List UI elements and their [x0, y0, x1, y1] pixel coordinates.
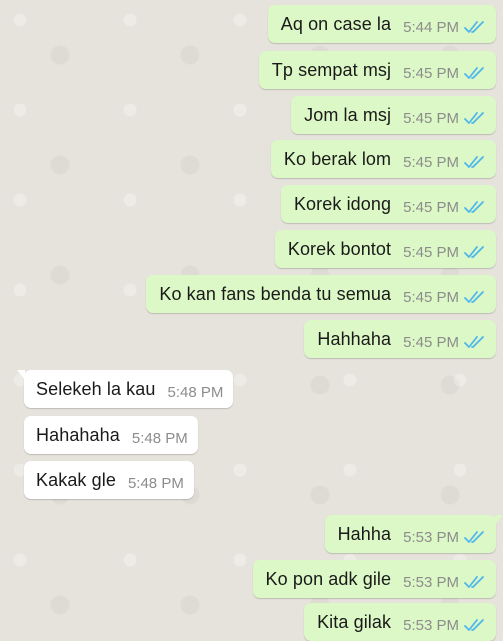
message-time: 5:45 PM: [403, 288, 459, 306]
message-bubble-outgoing[interactable]: Kita gilak 5:53 PM: [304, 603, 496, 641]
message-bubble-outgoing[interactable]: Korek idong 5:45 PM: [280, 185, 496, 223]
message-time: 5:44 PM: [403, 18, 459, 36]
read-icon: [464, 201, 484, 213]
message-text: Hahahaha: [36, 424, 120, 445]
message-text: Kita gilak: [317, 611, 392, 632]
message-time: 5:45 PM: [403, 243, 459, 261]
message-text: Jom la msj: [304, 104, 392, 125]
message-bubble-incoming[interactable]: Selekeh la kau 5:48 PM: [16, 370, 234, 408]
message-time: 5:53 PM: [403, 573, 459, 591]
message-time: 5:45 PM: [403, 64, 459, 82]
message-text: Ko pon adk gile: [265, 568, 392, 589]
message-time: 5:53 PM: [403, 616, 459, 634]
message-bubble-outgoing[interactable]: Ko berak lom 5:45 PM: [270, 140, 496, 178]
message-text: Selekeh la kau: [36, 378, 156, 399]
message-text: Hahhaha: [317, 328, 392, 349]
message-time: 5:53 PM: [403, 528, 459, 546]
chat-area[interactable]: Aq on case la 5:44 PM Tp sempat msj 5:45…: [0, 0, 503, 641]
message-text: Korek bontot: [287, 238, 392, 259]
read-icon: [464, 156, 484, 168]
read-icon: [464, 576, 484, 588]
message-text: Ko kan fans benda tu semua: [159, 283, 392, 304]
message-time: 5:45 PM: [403, 198, 459, 216]
message-time: 5:48 PM: [127, 474, 184, 492]
message-text: Tp sempat msj: [271, 59, 392, 80]
read-icon: [464, 246, 484, 258]
read-icon: [464, 291, 484, 303]
message-bubble-outgoing[interactable]: Aq on case la 5:44 PM: [267, 5, 496, 43]
message-time: 5:48 PM: [167, 383, 224, 401]
message-bubble-outgoing[interactable]: Hahhaha 5:45 PM: [304, 320, 496, 358]
read-icon: [464, 336, 484, 348]
read-icon: [464, 21, 484, 33]
read-icon: [464, 619, 484, 631]
message-bubble-outgoing[interactable]: Jom la msj 5:45 PM: [291, 96, 496, 134]
message-text: Korek idong: [293, 193, 392, 214]
message-text: Hahha: [337, 523, 392, 544]
message-text: Aq on case la: [280, 13, 392, 34]
message-text: Kakak gle: [36, 469, 116, 490]
message-bubble-outgoing[interactable]: Ko pon adk gile 5:53 PM: [252, 560, 496, 598]
message-time: 5:48 PM: [131, 429, 188, 447]
read-icon: [464, 112, 484, 124]
read-icon: [464, 67, 484, 79]
message-bubble-outgoing[interactable]: Ko kan fans benda tu semua 5:45 PM: [146, 275, 496, 313]
message-bubble-outgoing[interactable]: Korek bontot 5:45 PM: [274, 230, 496, 268]
message-bubble-incoming[interactable]: Hahahaha 5:48 PM: [24, 416, 198, 454]
message-time: 5:45 PM: [403, 333, 459, 351]
message-text: Ko berak lom: [283, 148, 392, 169]
message-bubble-incoming[interactable]: Kakak gle 5:48 PM: [24, 461, 194, 499]
message-bubble-outgoing[interactable]: Tp sempat msj 5:45 PM: [258, 51, 496, 89]
message-bubble-outgoing[interactable]: Hahha 5:53 PM: [324, 515, 503, 553]
message-time: 5:45 PM: [403, 153, 459, 171]
read-icon: [464, 531, 484, 543]
message-time: 5:45 PM: [403, 109, 459, 127]
